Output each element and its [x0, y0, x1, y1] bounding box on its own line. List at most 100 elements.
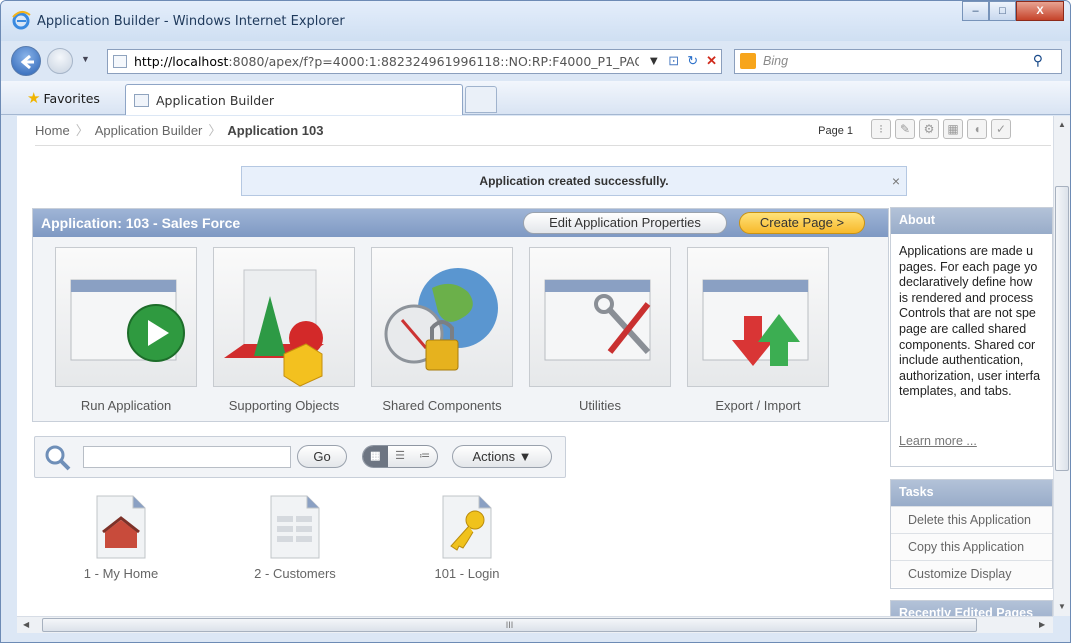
export-import-label[interactable]: Export / Import [678, 398, 838, 413]
application-panel: Application: 103 - Sales Force Edit Appl… [32, 208, 889, 422]
forward-button[interactable] [47, 48, 73, 74]
about-title: About [891, 208, 1052, 234]
icon-view-button[interactable]: ▦ [363, 446, 388, 467]
browser-window: Application Builder - Windows Internet E… [0, 0, 1071, 643]
supporting-objects-label[interactable]: Supporting Objects [204, 398, 364, 413]
view-toggle: ▦ ☰ ≔ [362, 445, 438, 468]
refresh-icon[interactable]: ↻ [687, 53, 698, 69]
page-content: Home 〉 Application Builder 〉 Application 103… [17, 116, 1053, 616]
compat-view-icon[interactable]: ⊡ [668, 53, 679, 69]
globe-lock-icon [384, 268, 498, 371]
grid-icon[interactable]: ▦ [943, 119, 963, 139]
stop-icon[interactable]: ✕ [706, 53, 717, 69]
title-bar: Application Builder - Windows Internet E… [1, 1, 1070, 41]
customize-display-link[interactable]: Customize Display [891, 560, 1052, 587]
edit-application-properties-button[interactable]: Edit Application Properties [523, 212, 727, 234]
horizontal-scrollbar[interactable]: ◀ III ▶ [17, 616, 1053, 633]
actions-menu-button[interactable]: Actions ▼ [452, 445, 552, 468]
back-button[interactable] [11, 46, 41, 76]
tasks-title: Tasks [891, 480, 1052, 506]
page-2-icon[interactable] [269, 494, 321, 560]
favorites-button[interactable]: ★ Favorites [27, 89, 100, 107]
tasks-region: Tasks Delete this Application Copy this … [890, 479, 1053, 589]
vertical-scroll-thumb[interactable] [1055, 186, 1069, 471]
new-tab-button[interactable] [465, 86, 497, 113]
run-application-tile[interactable] [55, 247, 197, 387]
run-application-label[interactable]: Run Application [46, 398, 206, 413]
tools-icon [544, 279, 651, 361]
scroll-down-icon[interactable]: ▼ [1058, 602, 1066, 611]
minimize-button[interactable]: – [962, 1, 989, 21]
create-page-button[interactable]: Create Page > [739, 212, 865, 234]
edit-icon[interactable]: ✎ [895, 119, 915, 139]
search-icon[interactable]: ⚲ [1033, 52, 1043, 69]
utilities-tile[interactable] [529, 247, 671, 387]
window-title: Application Builder - Windows Internet E… [37, 14, 345, 29]
favorites-bar: ★ Favorites Application Builder [1, 81, 1070, 115]
about-text: Applications are made u pages. For each p… [899, 244, 1041, 399]
history-dropdown-icon[interactable]: ▼ [81, 54, 90, 64]
developer-toolbar: ⁝ ✎ ⚙ ▦ ◖ ✓ [871, 119, 1011, 139]
run-icon [70, 279, 185, 362]
breadcrumb-current: Application 103 [227, 123, 324, 138]
bing-icon [740, 53, 756, 69]
comment-icon[interactable]: ◖ [967, 119, 987, 139]
close-window-button[interactable]: X [1016, 1, 1064, 21]
export-import-tile[interactable] [687, 247, 829, 387]
page-icon [113, 55, 127, 68]
panel-header: Application: 103 - Sales Force Edit Appl… [33, 209, 888, 237]
page-1-icon[interactable] [95, 494, 147, 560]
key-page-icon [442, 495, 492, 559]
ie-logo-icon [12, 11, 31, 30]
go-button[interactable]: Go [297, 445, 347, 468]
form-page-icon [270, 495, 320, 559]
page-1-label[interactable]: 1 - My Home [51, 566, 191, 581]
success-message: Application created successfully. × [241, 166, 907, 196]
report-view-button[interactable]: ☰ [388, 446, 413, 467]
gear-icon[interactable]: ⚙ [919, 119, 939, 139]
scroll-left-icon[interactable]: ◀ [23, 620, 29, 629]
home-page-icon [96, 495, 146, 559]
address-url[interactable]: http://localhost:8080/apex/f?p=4000:1:88… [134, 54, 639, 69]
tab-label: Application Builder [156, 93, 275, 108]
page-2-label[interactable]: 2 - Customers [225, 566, 365, 581]
address-bar[interactable]: http://localhost:8080/apex/f?p=4000:1:88… [107, 49, 722, 74]
page-number: Page 1 [818, 125, 853, 137]
scroll-right-icon[interactable]: ▶ [1039, 620, 1045, 629]
copy-application-link[interactable]: Copy this Application [891, 533, 1052, 560]
application-title: Application: 103 - Sales Force [41, 215, 241, 231]
shared-components-label[interactable]: Shared Components [362, 398, 522, 413]
page-101-icon[interactable] [441, 494, 493, 560]
recent-pages-title: Recently Edited Pages [891, 601, 1052, 616]
vertical-scrollbar[interactable]: ▲ ▼ [1053, 116, 1070, 616]
utilities-label[interactable]: Utilities [520, 398, 680, 413]
dropdown-icon[interactable]: ▼ [647, 53, 660, 69]
breadcrumb-home[interactable]: Home [35, 123, 70, 138]
back-arrow-icon [20, 54, 34, 70]
shared-components-tile[interactable] [371, 247, 513, 387]
success-text: Application created successfully. [479, 174, 669, 188]
horizontal-scroll-thumb[interactable]: III [42, 618, 977, 632]
delete-application-link[interactable]: Delete this Application [891, 506, 1052, 533]
learn-more-link[interactable]: Learn more ... [899, 434, 977, 448]
scroll-up-icon[interactable]: ▲ [1058, 120, 1066, 129]
page-search-input[interactable] [83, 446, 291, 468]
supporting-objects-tile[interactable] [213, 247, 355, 387]
maximize-button[interactable]: □ [989, 1, 1016, 21]
search-box[interactable]: Bing ⚲ [734, 49, 1062, 74]
detail-view-button[interactable]: ≔ [412, 446, 437, 467]
export-import-icon [702, 279, 809, 366]
shapes-icon [224, 269, 324, 387]
checkmark-icon[interactable]: ✓ [991, 119, 1011, 139]
tab-application-builder[interactable]: Application Builder [125, 84, 463, 115]
page-search-bar: Go ▦ ☰ ≔ Actions ▼ [34, 436, 566, 478]
star-icon: ★ [27, 89, 41, 107]
status-bar [1, 633, 1070, 642]
traffic-light-icon[interactable]: ⁝ [871, 119, 891, 139]
breadcrumb-builder[interactable]: Application Builder [95, 123, 203, 138]
address-row: ▼ http://localhost:8080/apex/f?p=4000:1:… [1, 43, 1070, 81]
search-placeholder: Bing [763, 54, 789, 68]
breadcrumb: Home 〉 Application Builder 〉 Application 103… [35, 119, 1051, 146]
close-message-icon[interactable]: × [892, 167, 900, 195]
page-101-label[interactable]: 101 - Login [397, 566, 537, 581]
